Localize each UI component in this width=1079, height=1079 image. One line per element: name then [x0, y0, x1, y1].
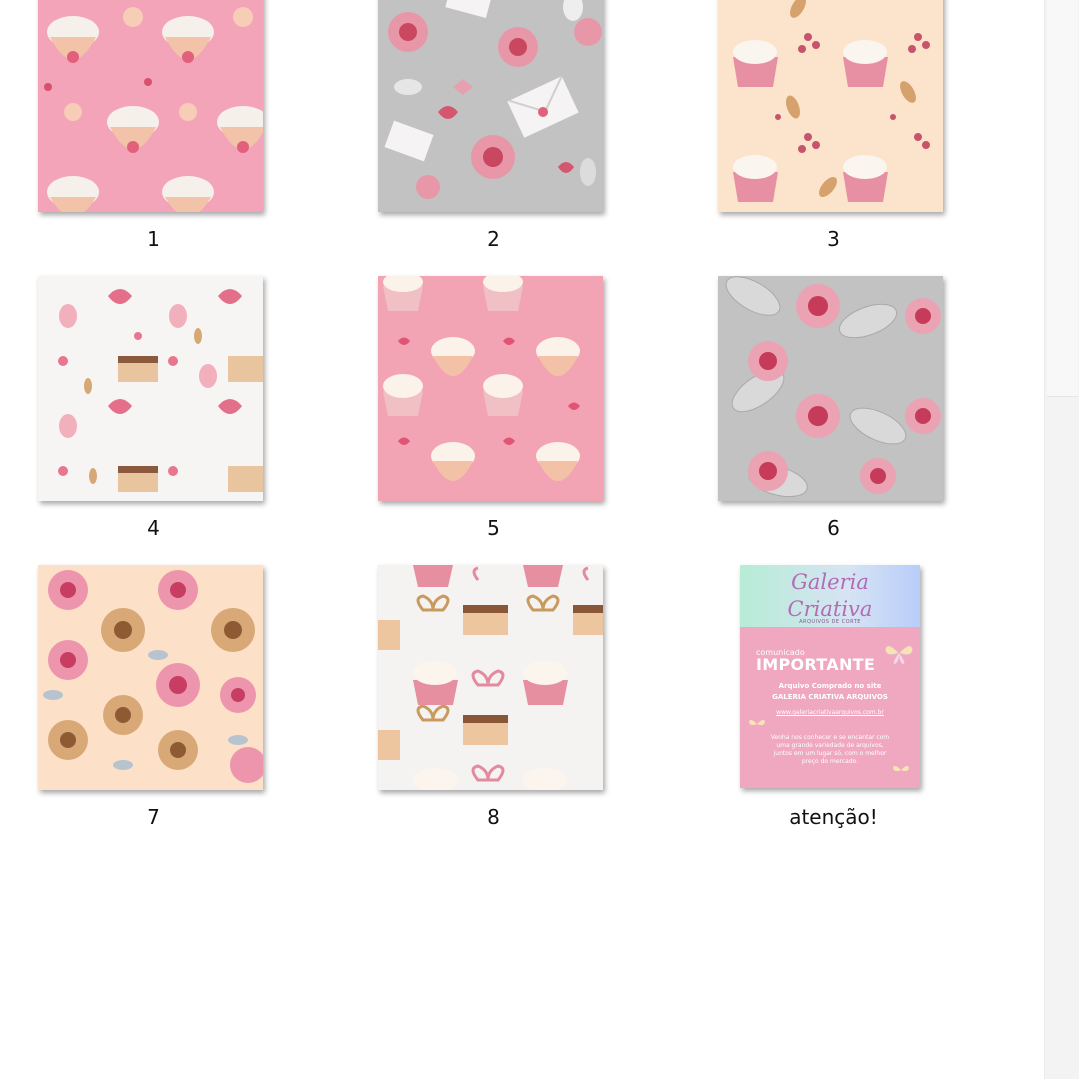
- file-thumbnail-7[interactable]: [38, 565, 263, 790]
- file-label-2: 2: [487, 227, 500, 251]
- file-label-6: 6: [827, 516, 840, 540]
- file-item-7[interactable]: 7: [0, 565, 263, 855]
- file-label-4: 4: [147, 516, 160, 540]
- brand-logo-line2: Criativa: [787, 597, 873, 621]
- butterfly-icon: [884, 645, 914, 664]
- file-item-8[interactable]: 8: [340, 565, 603, 855]
- file-thumbnail-atencao[interactable]: Galeria Criativa ARQUIVOS DE CORTE comun…: [740, 565, 920, 788]
- vertical-scrollbar[interactable]: [1044, 0, 1079, 1079]
- file-item-6[interactable]: 6: [680, 276, 943, 566]
- file-label-atencao: atenção!: [789, 805, 878, 829]
- file-item-3[interactable]: 3: [680, 0, 943, 277]
- file-grid-pane: 1 2 3 4 5 6 7 8 atenção! Galeria Criativ…: [0, 0, 1044, 1079]
- brand-subtitle: ARQUIVOS DE CORTE: [799, 619, 861, 625]
- file-label-7: 7: [147, 805, 160, 829]
- file-thumbnail-5[interactable]: [378, 276, 603, 501]
- file-thumbnail-4[interactable]: [38, 276, 263, 501]
- file-item-2[interactable]: 2: [340, 0, 603, 277]
- file-item-4[interactable]: 4: [0, 276, 263, 566]
- notice-line-1: Arquivo Comprado no site: [778, 682, 882, 690]
- file-item-5[interactable]: 5: [340, 276, 603, 566]
- small-butterfly-icon-2: [893, 765, 909, 772]
- file-label-5: 5: [487, 516, 500, 540]
- file-thumbnail-6[interactable]: [718, 276, 943, 501]
- file-item-1[interactable]: 1: [0, 0, 263, 277]
- file-label-8: 8: [487, 805, 500, 829]
- notice-url: www.galeriacriativaarquivos.com.br: [776, 709, 884, 716]
- file-thumbnail-2[interactable]: [378, 0, 603, 212]
- notice-header: Galeria Criativa ARQUIVOS DE CORTE: [740, 565, 920, 627]
- notice-line-2: GALERIA CRIATIVA ARQUIVOS: [772, 693, 888, 701]
- scrollbar-thumb[interactable]: [1047, 0, 1078, 397]
- brand-logo-line1: Galeria: [791, 570, 869, 594]
- file-label-1: 1: [147, 227, 160, 251]
- file-thumbnail-8[interactable]: [378, 565, 603, 790]
- file-label-3: 3: [827, 227, 840, 251]
- small-butterfly-icon: [749, 719, 765, 726]
- file-thumbnail-1[interactable]: [38, 0, 263, 212]
- file-thumbnail-3[interactable]: [718, 0, 943, 212]
- notice-title: IMPORTANTE: [756, 655, 876, 674]
